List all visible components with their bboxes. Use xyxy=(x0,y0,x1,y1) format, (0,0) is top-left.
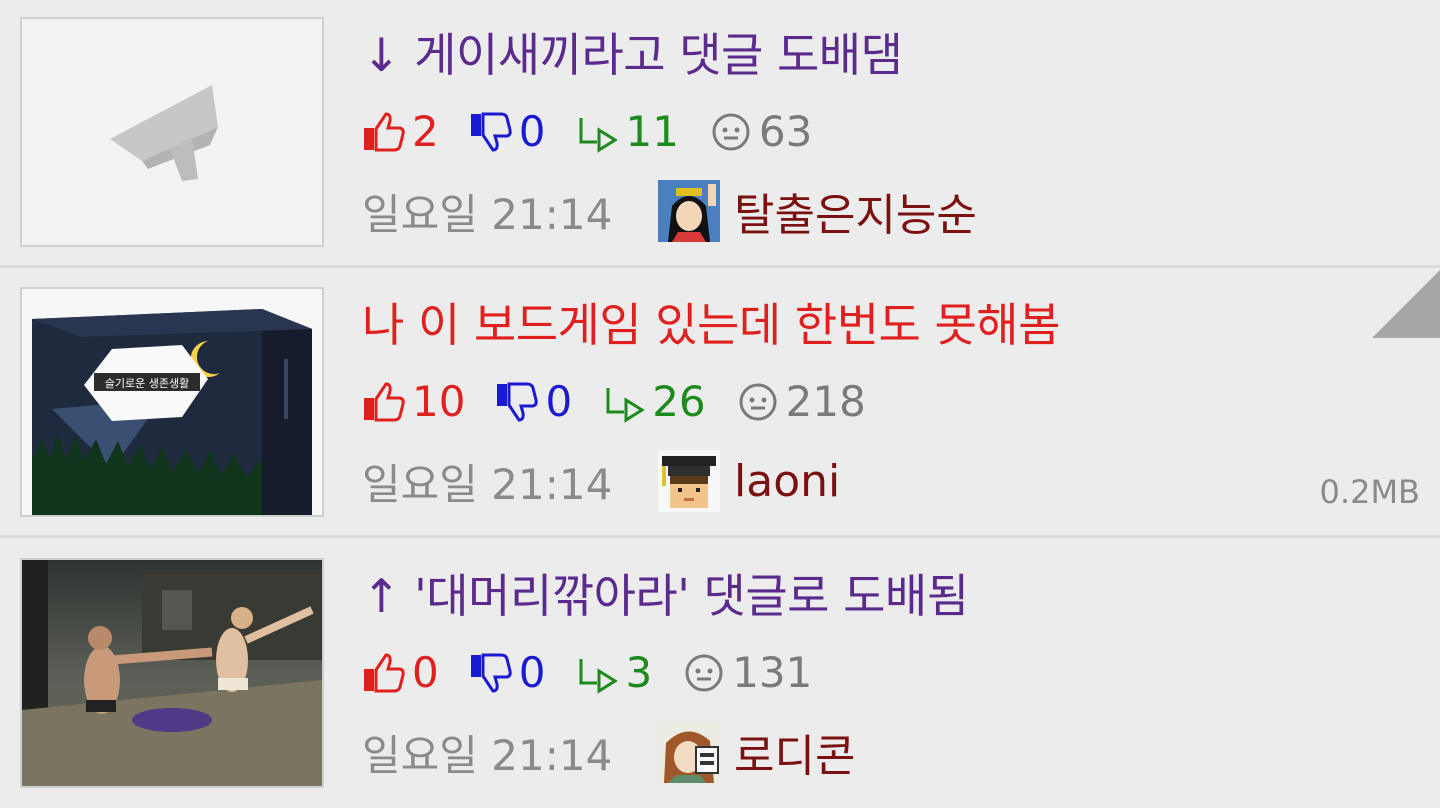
share-arrow-icon xyxy=(579,659,619,694)
smiley-icon xyxy=(739,383,777,421)
like-count[interactable]: 2 xyxy=(362,104,439,160)
share-count-value: 26 xyxy=(652,377,706,426)
smiley-icon xyxy=(685,654,723,692)
graduation-cap-icon xyxy=(110,85,218,181)
thumbs-up-icon xyxy=(364,382,405,422)
share-count-value: 3 xyxy=(625,648,653,697)
thumb-text: 슬기로운 생존생활 xyxy=(105,376,189,390)
board-game-box-image: 슬기로운 생존생활 xyxy=(22,289,322,515)
avatar[interactable] xyxy=(658,180,720,242)
post-time: 일요일 21:14 xyxy=(362,189,613,239)
author-name[interactable]: 탈출은지능순 xyxy=(734,179,977,243)
post-thumbnail[interactable]: 슬기로운 생존생활 xyxy=(20,287,324,517)
post-thumbnail[interactable] xyxy=(20,17,324,247)
author-name[interactable]: laoni xyxy=(734,456,840,507)
view-count: 218 xyxy=(736,374,866,430)
avatar[interactable] xyxy=(658,450,720,512)
post-stats: 0 0 3 131 xyxy=(362,645,842,701)
smiley-icon xyxy=(712,113,750,151)
image-post-indicator xyxy=(1372,270,1440,338)
view-count: 63 xyxy=(709,104,812,160)
post-meta: 일요일 21:14 탈출은지능순 xyxy=(362,180,977,242)
dislike-count-value: 0 xyxy=(545,377,573,426)
post-title[interactable]: ↑ '대머리깎아라' 댓글로 도배됨 xyxy=(362,567,969,625)
post-thumbnail[interactable] xyxy=(20,558,324,788)
share-count[interactable]: 26 xyxy=(602,374,706,430)
share-count-value: 11 xyxy=(625,107,679,156)
post-time: 일요일 21:14 xyxy=(362,730,613,780)
thumbs-down-icon xyxy=(497,382,539,422)
post-meta: 일요일 21:14 로디콘 xyxy=(362,721,855,783)
post-stats: 2 0 11 63 xyxy=(362,104,842,160)
dislike-count[interactable]: 0 xyxy=(469,104,546,160)
share-count[interactable]: 3 xyxy=(575,645,652,701)
share-arrow-icon xyxy=(579,118,619,153)
share-arrow-icon xyxy=(606,388,646,423)
dislike-count[interactable]: 0 xyxy=(469,645,546,701)
post-title[interactable]: ↓ 게이새끼라고 댓글 도배댐 xyxy=(362,26,903,84)
view-count-value: 218 xyxy=(785,377,866,426)
view-count-value: 131 xyxy=(732,648,813,697)
like-count-value: 0 xyxy=(412,648,439,697)
post-item[interactable]: 슬기로운 생존생활 나 이 보드게임 있는데 한번도 못해봄 10 0 26 2… xyxy=(0,270,1440,538)
post-item[interactable]: ↓ 게이새끼라고 댓글 도배댐 2 0 11 63 일요일 21:14 탈출은지… xyxy=(0,0,1440,268)
thumbs-down-icon xyxy=(470,653,512,693)
post-meta: 일요일 21:14 laoni xyxy=(362,450,840,512)
thumbs-down-icon xyxy=(470,112,512,152)
dislike-count[interactable]: 0 xyxy=(495,374,572,430)
like-count-value: 10 xyxy=(412,377,466,426)
avatar[interactable] xyxy=(658,721,720,783)
dislike-count-value: 0 xyxy=(518,107,546,156)
thumbs-up-icon xyxy=(364,653,405,693)
like-count[interactable]: 10 xyxy=(362,374,465,430)
post-title[interactable]: 나 이 보드게임 있는데 한번도 못해봄 xyxy=(362,296,1060,354)
post-item[interactable]: ↑ '대머리깎아라' 댓글로 도배됨 0 0 3 131 일요일 21:14 로… xyxy=(0,541,1440,808)
file-size: 0.2MB xyxy=(1319,473,1420,511)
view-count-value: 63 xyxy=(758,107,813,156)
share-count[interactable]: 11 xyxy=(575,104,679,160)
thumbs-up-icon xyxy=(364,112,405,152)
dislike-count-value: 0 xyxy=(518,648,546,697)
author-name[interactable]: 로디콘 xyxy=(734,720,855,784)
like-count[interactable]: 0 xyxy=(362,645,439,701)
post-stats: 10 0 26 218 xyxy=(362,374,896,430)
post-time: 일요일 21:14 xyxy=(362,459,613,509)
game-scene-image xyxy=(22,560,322,786)
like-count-value: 2 xyxy=(412,107,439,156)
view-count: 131 xyxy=(682,645,812,701)
